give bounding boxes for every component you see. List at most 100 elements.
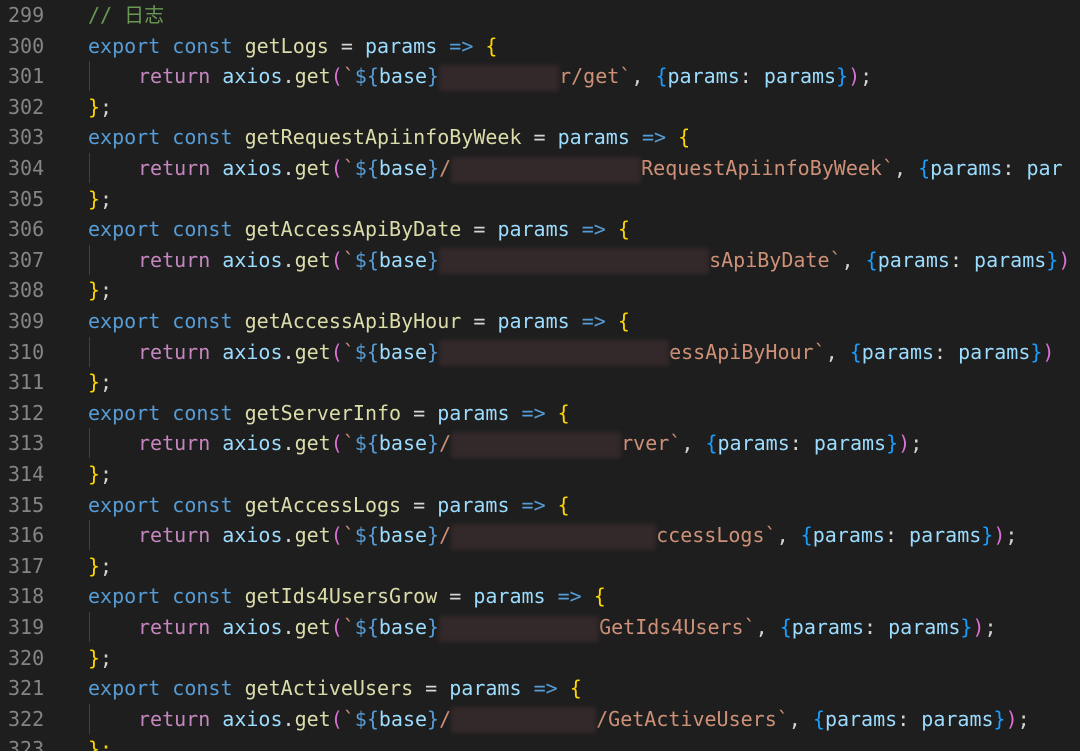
code-token: essApiByHour` [669,339,826,364]
code-line[interactable]: 318 export const getIds4UsersGrow = param… [0,581,1080,611]
line-number: 311 [8,370,45,395]
code-line[interactable]: 302}; [0,92,1080,122]
code-token: params [909,523,982,548]
code-token: const [172,676,233,701]
code-token: base [378,156,428,180]
code-editor[interactable]: 299 // 日志 300 export const getLogs = params… [0,0,1080,751]
code-token: / [439,523,452,548]
redacted-text [451,707,597,734]
code-token: : [949,247,975,272]
code-token: , [755,615,780,639]
code-token: params [813,431,887,456]
line-number: 317 [8,553,45,578]
code-token: params [812,523,885,548]
code-line[interactable]: 315 export const getAccessLogs = params =… [0,490,1080,520]
code-token: base [378,431,428,456]
code-line[interactable]: 304 return axios.get(`${base}/ RequestApii… [0,153,1080,183]
code-token: return [138,339,211,364]
code-token: getServerInfo [244,400,402,425]
code-token: params [921,706,994,731]
code-token: params [877,247,950,272]
line-number: 312 [8,400,45,425]
code-line[interactable]: 320}; [0,643,1080,673]
code-token: } [427,247,440,272]
code-token: getIds4UsersGrow [244,584,438,609]
code-token: , [841,247,866,272]
code-token: params [667,64,740,89]
indent-guide [89,336,90,367]
code-line[interactable]: 310 return axios.get(`${base} essApiByHour… [0,336,1080,367]
code-line[interactable]: 316 return axios.get(`${base}/ccessLogs`,… [0,520,1080,551]
code-line[interactable]: 306 export const getAccessApiByDate = par… [0,214,1080,244]
code-token: axios [222,64,283,89]
code-line[interactable]: 323}; [0,734,1080,751]
code-token: RequestApiinfoByWeek` [641,156,895,180]
code-line[interactable]: 313 return axios.get(`${base}/rver`, {par… [0,428,1080,459]
code-token: return [138,431,211,456]
code-line[interactable]: 311}; [0,367,1080,397]
code-text: export const getAccessLogs = params => { [88,490,570,520]
code-text: export const getRequestApiinfoByWeek = p… [88,122,690,152]
code-text: return axios.get(`${base} sApiByDate`, {p… [138,245,1070,275]
code-token: } [993,706,1006,731]
code-token: get [294,247,331,272]
code-token: } [427,339,440,364]
code-line[interactable]: 299 // 日志 [0,0,1080,30]
code-token: axios [222,523,283,548]
code-token: => [533,676,558,701]
code-token: return [138,64,211,89]
code-token: } [427,615,440,639]
code-line[interactable]: 300 export const getLogs = params => { [0,31,1080,61]
indent-guide [89,153,90,183]
code-token: , [894,156,919,180]
code-line[interactable]: 303 export const getRequestApiinfoByWeek … [0,122,1080,152]
code-token: const [172,33,233,58]
code-token: ` [342,706,355,731]
code-line[interactable]: 308}; [0,275,1080,305]
code-token: = [461,309,498,333]
line-number: 302 [8,94,45,119]
code-line[interactable]: 309 export const getAccessApiByHour = par… [0,306,1080,336]
code-line[interactable]: 314}; [0,459,1080,489]
code-token: params [497,309,570,333]
code-token: getLogs [244,33,329,58]
code-token: { [557,400,570,425]
code-line[interactable]: 307 return axios.get(`${base} sApiByDate`,… [0,244,1080,275]
code-line[interactable]: 319 return axios.get(`${base} GetIds4Users… [0,612,1080,642]
code-token: / [439,156,452,180]
code-token: . [282,523,295,548]
code-line[interactable]: 312 export const getServerInfo = params =… [0,398,1080,428]
code-line[interactable]: 317}; [0,551,1080,581]
code-token: export [88,584,161,609]
code-token: params [437,492,510,517]
line-number: 310 [8,339,45,364]
code-token: { [593,584,606,609]
code-token: => [581,217,606,242]
code-line[interactable]: 322 return axios.get(`${base}//GetActiveU… [0,703,1080,734]
code-token: , [825,339,850,364]
code-token: { [800,523,813,548]
code-token: params [861,339,935,364]
code-token: } [960,615,973,639]
code-token: ; [100,94,113,119]
code-token: get [294,431,331,456]
code-line[interactable]: 305}; [0,184,1080,214]
code-token: . [282,247,295,272]
code-line[interactable]: 301 return axios.get(`${base} r/get`, {par… [0,61,1080,92]
code-token: { [849,339,862,364]
code-token: params [791,615,865,639]
code-line[interactable]: 321 export const getActiveUsers = params … [0,673,1080,703]
